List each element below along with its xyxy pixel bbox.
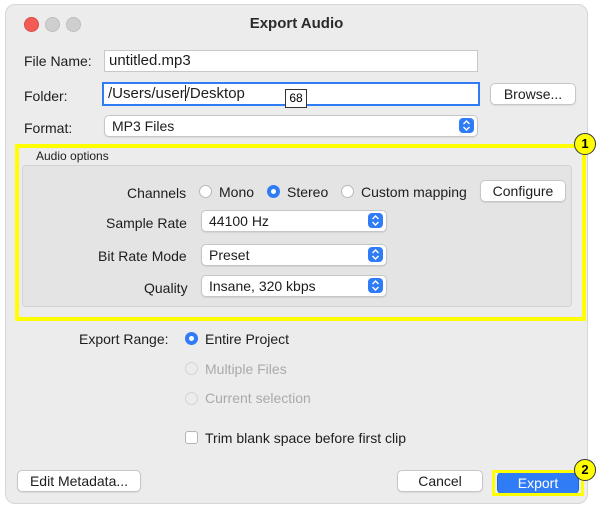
trim-checkbox[interactable] — [185, 431, 198, 444]
cancel-button[interactable]: Cancel — [397, 470, 483, 492]
file-name-value: untitled.mp3 — [109, 52, 191, 69]
annotation-badge-2: 2 — [574, 459, 596, 481]
folder-value-end: /Desktop — [185, 85, 245, 102]
folder-label: Folder: — [24, 88, 68, 104]
highlight-box-export — [492, 470, 584, 496]
format-select[interactable]: MP3 Files — [104, 115, 478, 137]
trim-label: Trim blank space before first clip — [205, 430, 406, 446]
range-entire-project-radio[interactable] — [185, 332, 198, 345]
chevron-updown-icon — [459, 118, 474, 133]
range-multiple-files-radio[interactable] — [185, 362, 198, 375]
format-value: MP3 Files — [112, 118, 175, 134]
title-bar: Export Audio — [6, 5, 587, 43]
range-entire-project-label: Entire Project — [205, 331, 290, 347]
tooltip-68: 68 — [285, 89, 307, 108]
file-name-label: File Name: — [24, 53, 92, 69]
range-multiple-files-label: Multiple Files — [205, 361, 287, 377]
folder-value-start: /Users/user — [108, 85, 185, 102]
annotation-badge-1: 1 — [574, 133, 596, 155]
export-range-label: Export Range: — [79, 331, 169, 347]
range-current-selection-radio[interactable] — [185, 392, 198, 405]
window-title: Export Audio — [249, 15, 344, 32]
highlight-box-audio-options — [15, 144, 586, 321]
browse-button[interactable]: Browse... — [490, 83, 576, 105]
range-current-selection-label: Current selection — [205, 390, 311, 406]
edit-metadata-button[interactable]: Edit Metadata... — [17, 470, 141, 492]
format-label: Format: — [24, 120, 73, 136]
file-name-input[interactable]: untitled.mp3 — [104, 50, 478, 72]
